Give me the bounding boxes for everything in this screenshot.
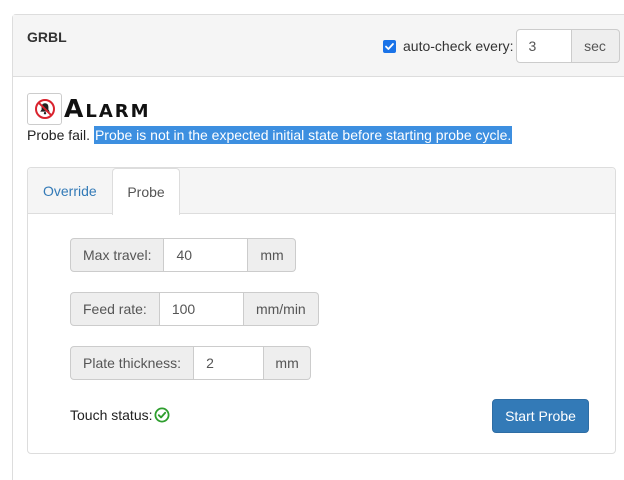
autocheck-label: auto-check every: bbox=[403, 38, 514, 54]
touch-status: Touch status: bbox=[70, 407, 170, 423]
max-travel-label: Max travel: bbox=[70, 238, 165, 272]
alarm-message-highlight: Probe is not in the expected initial sta… bbox=[93, 126, 513, 144]
max-travel-input[interactable]: 40 bbox=[164, 238, 249, 272]
probe-tabs-panel: Override Probe Max travel: 40 mm Feed ra… bbox=[27, 167, 616, 454]
alarm-icon-button[interactable] bbox=[27, 93, 62, 125]
feed-rate-label: Feed rate: bbox=[70, 292, 160, 326]
autocheck-unit: sec bbox=[571, 29, 620, 63]
feed-rate-input[interactable]: 100 bbox=[159, 292, 244, 326]
start-probe-button[interactable]: Start Probe bbox=[492, 399, 589, 433]
bell-slash-icon bbox=[34, 99, 55, 119]
alarm-title: Alarm bbox=[64, 94, 151, 123]
tab-probe[interactable]: Probe bbox=[112, 168, 180, 215]
touch-status-label: Touch status: bbox=[70, 407, 153, 423]
feed-rate-group: Feed rate: 100 mm/min bbox=[70, 292, 319, 326]
max-travel-unit: mm bbox=[248, 238, 297, 272]
autocheck-checkbox[interactable] bbox=[383, 39, 396, 53]
alarm-message: Probe fail. Probe is not in the expected… bbox=[27, 126, 513, 144]
panel-title: GRBL bbox=[27, 29, 67, 45]
plate-thickness-unit: mm bbox=[264, 346, 312, 380]
alarm-header: Alarm bbox=[27, 93, 151, 125]
max-travel-group: Max travel: 40 mm bbox=[70, 238, 297, 272]
plate-thickness-label: Plate thickness: bbox=[70, 346, 195, 380]
tab-override[interactable]: Override bbox=[43, 168, 97, 214]
checkmark-icon bbox=[385, 42, 394, 50]
panel-heading: GRBL auto-check every: 3 sec bbox=[13, 15, 624, 77]
grbl-panel: GRBL auto-check every: 3 sec Alarm Probe… bbox=[12, 14, 624, 480]
autocheck-interval-input[interactable]: 3 bbox=[515, 29, 572, 63]
alarm-message-prefix: Probe fail. bbox=[27, 127, 91, 143]
plate-thickness-group: Plate thickness: 2 mm bbox=[70, 346, 312, 380]
plate-thickness-input[interactable]: 2 bbox=[194, 346, 265, 380]
check-circle-icon bbox=[154, 407, 169, 423]
feed-rate-unit: mm/min bbox=[243, 292, 319, 326]
tabs-bar: Override Probe bbox=[28, 168, 615, 215]
autocheck-group: auto-check every: 3 sec bbox=[383, 29, 620, 63]
